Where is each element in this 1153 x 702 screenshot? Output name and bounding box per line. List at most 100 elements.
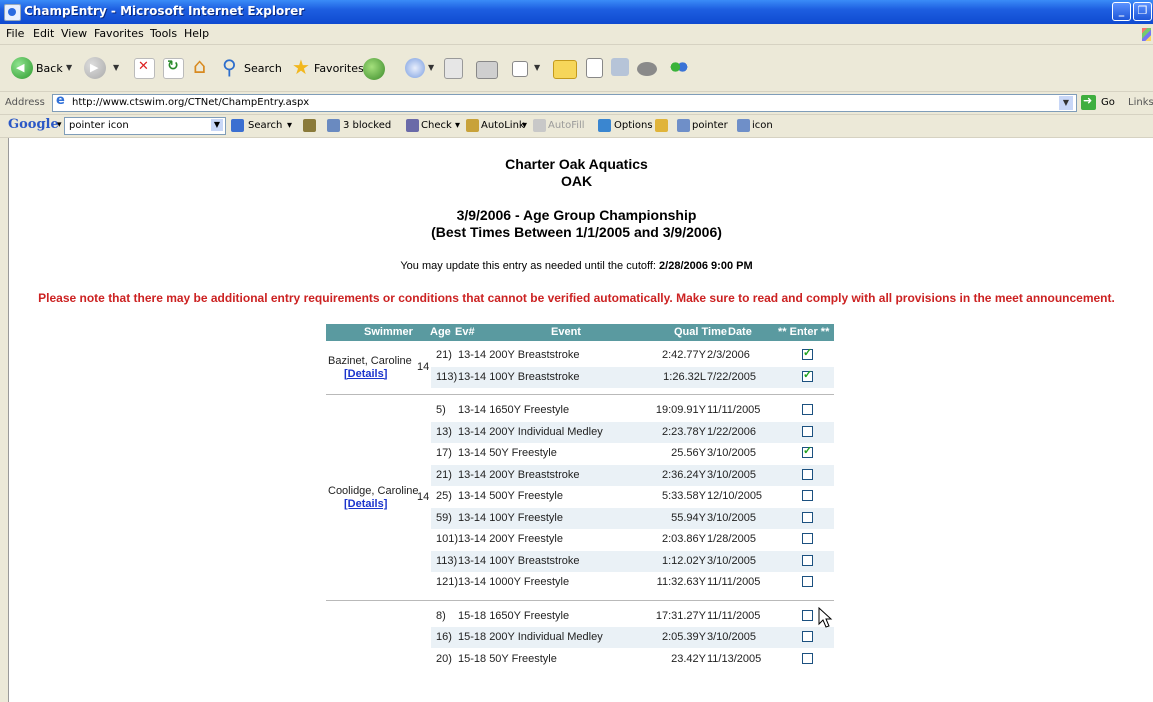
go-arrow-icon[interactable]: [1081, 94, 1096, 110]
menu-file[interactable]: File: [6, 27, 24, 40]
popup-blocked-count[interactable]: 3 blocked: [343, 120, 391, 131]
stop-icon[interactable]: [134, 58, 155, 79]
autolink-dropdown[interactable]: ▾: [522, 120, 527, 131]
mail-icon[interactable]: [444, 58, 463, 79]
edit-icon[interactable]: [512, 61, 528, 77]
table-row: 13) 13-14 200Y Individual Medley 2:23.78Y 1…: [431, 421, 834, 443]
menu-tools[interactable]: Tools: [150, 27, 177, 40]
qual-time: 2:36.24Y: [661, 468, 706, 481]
table-row: 101) 13-14 200Y Freestyle 2:03.86Y 1/28/200…: [431, 529, 834, 550]
autofill-button[interactable]: AutoFill: [548, 120, 585, 131]
enter-checkbox[interactable]: [802, 609, 813, 621]
links-label[interactable]: Links: [1128, 97, 1153, 108]
enter-checkbox[interactable]: [802, 368, 813, 382]
search-icon[interactable]: [222, 55, 241, 79]
event-number: 8): [436, 609, 446, 622]
autolink-button[interactable]: AutoLink: [481, 120, 525, 131]
messenger-icon[interactable]: [637, 62, 657, 76]
update-note-text: You may update this entry as needed unti…: [400, 260, 656, 272]
qual-time: 2:42.77Y: [661, 349, 706, 361]
event-name: 15-18 200Y Individual Medley: [458, 631, 603, 643]
find-pointer-button[interactable]: pointer: [692, 120, 728, 131]
research-icon[interactable]: [611, 58, 629, 76]
menu-favorites[interactable]: Favorites: [94, 27, 144, 40]
header-age: Age: [430, 326, 451, 338]
table-row: 8) 15-18 1650Y Freestyle 17:31.27Y 11/11/20…: [431, 606, 834, 627]
minimize-button[interactable]: _: [1112, 2, 1131, 21]
qual-time: 1:26.32L: [663, 370, 706, 383]
event-number: 113): [436, 554, 458, 567]
details-link[interactable]: [Details]: [344, 368, 387, 380]
print-icon[interactable]: [476, 61, 498, 79]
google-search-button[interactable]: Search: [248, 120, 282, 131]
google-search-query[interactable]: pointer icon: [69, 120, 129, 131]
google-search-dropdown-icon[interactable]: ▼: [211, 119, 223, 131]
enter-checkbox[interactable]: [802, 490, 813, 501]
address-dropdown-icon[interactable]: ▼: [1059, 96, 1073, 110]
edit-dropdown-icon[interactable]: ▼: [534, 63, 540, 72]
back-dropdown-icon[interactable]: ▼: [66, 63, 72, 72]
refresh-icon[interactable]: [163, 58, 184, 79]
table-row: 113) 13-14 100Y Breaststroke 1:26.32L 7/22/…: [431, 366, 834, 388]
swimmer-name: Coolidge, Caroline: [328, 484, 419, 497]
qual-date: 3/10/2005: [707, 468, 756, 481]
spellcheck-dropdown[interactable]: ▾: [455, 120, 460, 131]
event-number: 5): [436, 404, 446, 416]
ie-app-icon: [4, 4, 21, 21]
qual-time: 5:33.58Y: [661, 490, 706, 502]
table-row: 21) 13-14 200Y Breaststroke 2:36.24Y 3/10/2…: [431, 464, 834, 486]
people-icon[interactable]: [670, 58, 688, 76]
google-search-input[interactable]: pointer icon ▼: [64, 117, 226, 135]
team-code: OAK: [560, 173, 593, 189]
qual-time: 25.56Y: [671, 447, 706, 459]
enter-checkbox[interactable]: [802, 554, 813, 566]
favorites-button-label[interactable]: Favorites: [314, 62, 364, 75]
qual-date: 12/10/2005: [707, 490, 763, 502]
header-event: Event: [551, 326, 581, 338]
enter-checkbox[interactable]: [802, 468, 813, 480]
enter-checkbox[interactable]: [802, 631, 813, 642]
note-icon[interactable]: [586, 58, 603, 78]
enter-checkbox[interactable]: [802, 346, 813, 360]
google-search-dropdown[interactable]: ▾: [287, 120, 292, 131]
enter-checkbox[interactable]: [802, 533, 813, 544]
spellcheck-button[interactable]: Check: [421, 120, 452, 131]
find-icon-button[interactable]: icon: [752, 120, 773, 131]
event-number: 25): [436, 490, 452, 502]
favorites-star-icon[interactable]: [292, 55, 311, 79]
news-icon[interactable]: [303, 119, 316, 132]
address-url[interactable]: http://www.ctswim.org/CTNet/ChampEntry.a…: [72, 97, 309, 108]
qual-time: 23.42Y: [671, 652, 706, 665]
history-dropdown-icon[interactable]: ▼: [428, 63, 434, 72]
google-menu-dropdown-icon[interactable]: ▾: [57, 120, 62, 130]
history-icon[interactable]: [405, 58, 425, 78]
details-link[interactable]: [Details]: [344, 498, 387, 510]
menu-edit[interactable]: Edit: [33, 27, 54, 40]
maximize-button[interactable]: ❐: [1133, 2, 1152, 21]
forward-arrow-icon[interactable]: [84, 57, 106, 79]
enter-checkbox[interactable]: [802, 404, 813, 415]
home-icon[interactable]: [192, 54, 211, 78]
meet-date-range: (Best Times Between 1/1/2005 and 3/9/200…: [431, 224, 722, 240]
page-content: Charter Oak Aquatics OAK 3/9/2006 - Age …: [0, 138, 1153, 702]
menu-help[interactable]: Help: [184, 27, 209, 40]
back-button[interactable]: Back ▼: [0, 53, 80, 81]
enter-checkbox[interactable]: [802, 425, 813, 437]
event-name: 13-14 500Y Freestyle: [458, 490, 563, 502]
address-input[interactable]: http://www.ctswim.org/CTNet/ChampEntry.a…: [52, 93, 1077, 112]
search-button-label[interactable]: Search: [244, 62, 282, 75]
media-icon[interactable]: [363, 58, 385, 80]
highlighter-icon[interactable]: [655, 119, 668, 132]
enter-checkbox[interactable]: [802, 444, 813, 458]
forward-dropdown-icon[interactable]: ▼: [113, 63, 119, 72]
enter-checkbox[interactable]: [802, 652, 813, 664]
go-button-label[interactable]: Go: [1101, 97, 1115, 108]
menu-view[interactable]: View: [61, 27, 87, 40]
enter-checkbox[interactable]: [802, 511, 813, 523]
google-logo[interactable]: Google: [8, 117, 59, 132]
enter-checkbox[interactable]: [802, 576, 813, 587]
options-button[interactable]: Options: [614, 120, 653, 131]
qual-date: 3/10/2005: [707, 447, 756, 459]
folder-icon[interactable]: [553, 60, 577, 79]
back-arrow-icon: [11, 57, 33, 79]
